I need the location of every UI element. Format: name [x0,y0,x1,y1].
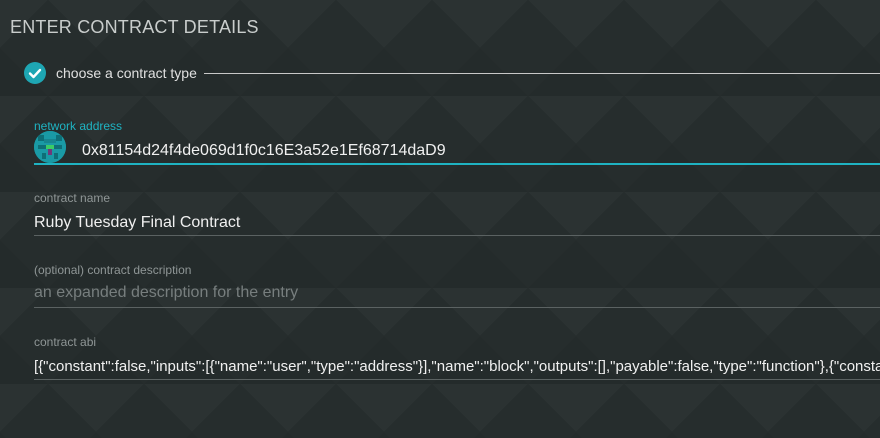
step-divider [204,73,880,74]
contract-abi-underline [34,379,880,380]
contract-abi-input[interactable]: [{"constant":false,"inputs":[{"name":"us… [34,358,880,375]
contract-name-label: contract name [34,191,111,205]
step-label: choose a contract type [56,65,197,81]
contract-description-underline [34,307,880,308]
contract-description-input[interactable]: an expanded description for the entry [34,284,880,302]
identicon-avatar [34,131,66,163]
contract-name-field[interactable]: contract name Ruby Tuesday Final Contrac… [34,191,880,237]
contract-abi-label: contract abi [34,335,97,349]
contract-description-label: (optional) contract description [34,263,192,277]
contract-name-underline [34,235,880,236]
contract-description-field[interactable]: (optional) contract description an expan… [34,263,880,309]
contract-abi-field[interactable]: contract abi [{"constant":false,"inputs"… [34,335,880,381]
step-choose-contract-type[interactable]: choose a contract type [24,62,880,86]
contract-name-input[interactable]: Ruby Tuesday Final Contract [34,214,880,232]
network-address-field[interactable]: network address 0x81154d24f4de069d1f0c16… [34,119,880,165]
network-address-underline [34,163,880,165]
network-address-value: 0x81154d24f4de069d1f0c16E3a52e1Ef68714da… [82,142,446,159]
check-circle-icon [24,62,46,84]
page-title: ENTER CONTRACT DETAILS [10,17,259,37]
